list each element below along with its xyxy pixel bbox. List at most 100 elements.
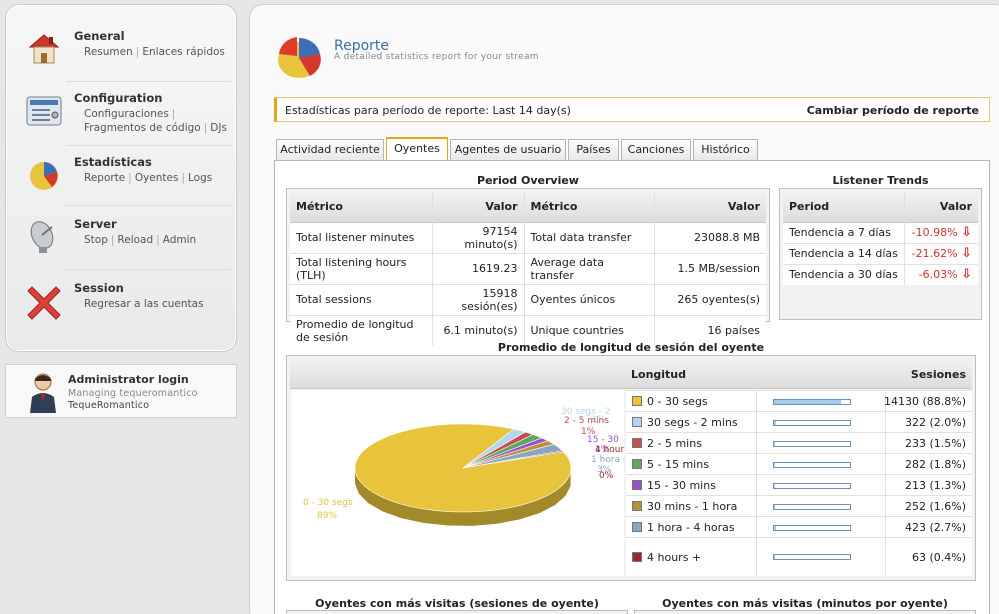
nav-general-title: General — [74, 29, 125, 43]
progress-bar — [773, 398, 851, 405]
table-row: 2 - 5 mins 233 (1.5%) — [626, 432, 972, 454]
admin-login-box: Administrator login Managing tequeromant… — [5, 364, 237, 418]
col-valor: Valor — [431, 192, 524, 223]
session-length-table: 0 - 30 segs 14130 (88.8%) 30 segs - 2 mins… — [626, 390, 972, 576]
legend-label: 15 - 30 mins — [632, 479, 716, 492]
legend-swatch — [632, 459, 642, 469]
legend-label: 30 mins - 1 hora — [632, 500, 737, 513]
pie-label: 0 - 30 segs — [303, 498, 353, 508]
trends-title: Listener Trends — [832, 174, 929, 187]
table-row: Tendencia a 30 días -6.03% ⇩ — [783, 263, 978, 285]
user-avatar-icon — [30, 373, 56, 413]
link-enlaces-rapidos[interactable]: Enlaces rápidos — [142, 46, 225, 58]
nav-general[interactable]: General Resumen | Enlaces rápidos — [22, 29, 227, 69]
session-count: 322 (2.0%) — [904, 416, 966, 429]
nav-session[interactable]: Session Regresar a las cuentas — [22, 281, 227, 321]
trend-value: -21.62% — [911, 247, 958, 260]
legend-swatch — [632, 522, 642, 532]
progress-bar-fill — [774, 441, 776, 446]
page-subtitle: A detailed statistics report for your st… — [334, 52, 539, 62]
overview-title: Period Overview — [477, 174, 579, 187]
legend-text: 1 hora - 4 horas — [647, 521, 735, 534]
tab-canciones[interactable]: Canciones — [621, 139, 691, 161]
bar-cell — [756, 538, 886, 576]
trend-down-arrow-icon: ⇩ — [961, 246, 972, 261]
link-logs[interactable]: Logs — [188, 172, 212, 184]
trend-value: -10.98% — [911, 226, 958, 239]
nav-statistics[interactable]: Estadísticas Reporte | Oyentes | Logs — [22, 155, 227, 195]
cell: 265 oyentes(s) — [653, 283, 766, 315]
link-stop[interactable]: Stop — [84, 234, 108, 246]
period-label: Estadísticas para período de reporte: La… — [285, 104, 571, 117]
col-valor: Valor — [904, 192, 978, 223]
legend-swatch — [632, 417, 642, 427]
legend-label: 5 - 15 mins — [632, 458, 709, 471]
pie-percent-label: 0% — [599, 471, 614, 481]
divider — [66, 145, 231, 146]
link-reload[interactable]: Reload — [117, 234, 153, 246]
bar-cell — [756, 517, 886, 538]
link-fragmentos[interactable]: Fragmentos de código — [84, 122, 201, 134]
bar-cell — [756, 412, 886, 433]
link-oyentes[interactable]: Oyentes — [135, 172, 179, 184]
trend-down-arrow-icon: ⇩ — [961, 225, 972, 240]
cell: 97154 minuto(s) — [431, 221, 524, 253]
progress-bar-fill — [774, 462, 776, 467]
trend-down-arrow-icon: ⇩ — [961, 267, 972, 283]
nav-server[interactable]: Server Stop | Reload | Admin — [22, 217, 227, 257]
progress-bar-fill — [774, 525, 777, 530]
col-metrico: Métrico — [523, 192, 654, 223]
legend-label: 30 segs - 2 mins — [632, 416, 738, 429]
legend-swatch — [632, 396, 642, 406]
legend-swatch — [632, 501, 642, 511]
link-regresar[interactable]: Regresar a las cuentas — [84, 298, 204, 310]
nav-statistics-title: Estadísticas — [74, 155, 152, 169]
tab-historico[interactable]: Histórico — [693, 139, 758, 161]
pie-label: 1 hora - 4 horas — [591, 455, 624, 465]
change-period-link[interactable]: Cambiar período de reporte — [807, 104, 979, 117]
progress-bar — [773, 461, 851, 468]
progress-bar-fill — [774, 483, 776, 488]
divider — [66, 81, 231, 82]
cell: Total listening hours (TLH) — [290, 252, 432, 284]
cell: Tendencia a 14 días — [783, 242, 905, 264]
link-reporte[interactable]: Reporte — [84, 172, 125, 184]
link-configuraciones[interactable]: Configuraciones — [84, 108, 169, 120]
table-row: Tendencia a 14 días -21.62% ⇩ — [783, 242, 978, 264]
progress-bar — [773, 503, 851, 510]
table-row: 4 hours + 63 (0.4%) — [626, 537, 972, 576]
nav-session-title: Session — [74, 281, 124, 295]
legend-text: 15 - 30 mins — [647, 479, 716, 492]
cell: Total sessions — [290, 283, 432, 315]
divider — [66, 269, 231, 270]
tab-actividad-reciente[interactable]: Actividad reciente — [276, 139, 384, 161]
tab-agentes-de-usuario[interactable]: Agentes de usuario — [450, 139, 566, 161]
link-admin[interactable]: Admin — [163, 234, 196, 246]
link-resumen[interactable]: Resumen — [84, 46, 133, 58]
cell: 15918 sesión(es) — [431, 283, 524, 315]
legend-text: 0 - 30 segs — [647, 395, 708, 408]
legend-text: 5 - 15 mins — [647, 458, 709, 471]
col-longitud: Longitud — [631, 368, 687, 381]
top-listeners-minutes-title: Oyentes con más visitas (minutos por oye… — [662, 597, 948, 610]
session-count: 63 (0.4%) — [911, 550, 966, 564]
pie-label: 4 hours + — [595, 445, 624, 455]
col-sesiones: Sesiones — [910, 368, 966, 381]
sidebar: General Resumen | Enlaces rápidos Configur… — [5, 4, 237, 352]
table-row: Total sessions 15918 sesión(es) Oyentes … — [290, 283, 766, 315]
progress-bar-fill — [774, 399, 842, 404]
pie-chart-icon — [30, 162, 58, 190]
table-row: 5 - 15 mins 282 (1.8%) — [626, 453, 972, 475]
bar-cell — [756, 496, 886, 517]
table-row: Total listening hours (TLH) 1619.23 Aver… — [290, 252, 766, 284]
table-row: 1 hora - 4 horas 423 (2.7%) — [626, 516, 972, 538]
tab-paises[interactable]: Países — [568, 139, 619, 161]
nav-configuration[interactable]: Configuration Configuraciones | Fragmento… — [22, 91, 227, 139]
cell: Total data transfer — [523, 221, 654, 253]
nav-server-title: Server — [74, 217, 117, 231]
link-djs[interactable]: DJs — [210, 122, 227, 134]
tab-oyentes[interactable]: Oyentes — [386, 137, 448, 161]
cell: 1619.23 — [431, 252, 524, 284]
bar-cell — [756, 433, 886, 454]
session-count: 213 (1.3%) — [904, 479, 966, 492]
